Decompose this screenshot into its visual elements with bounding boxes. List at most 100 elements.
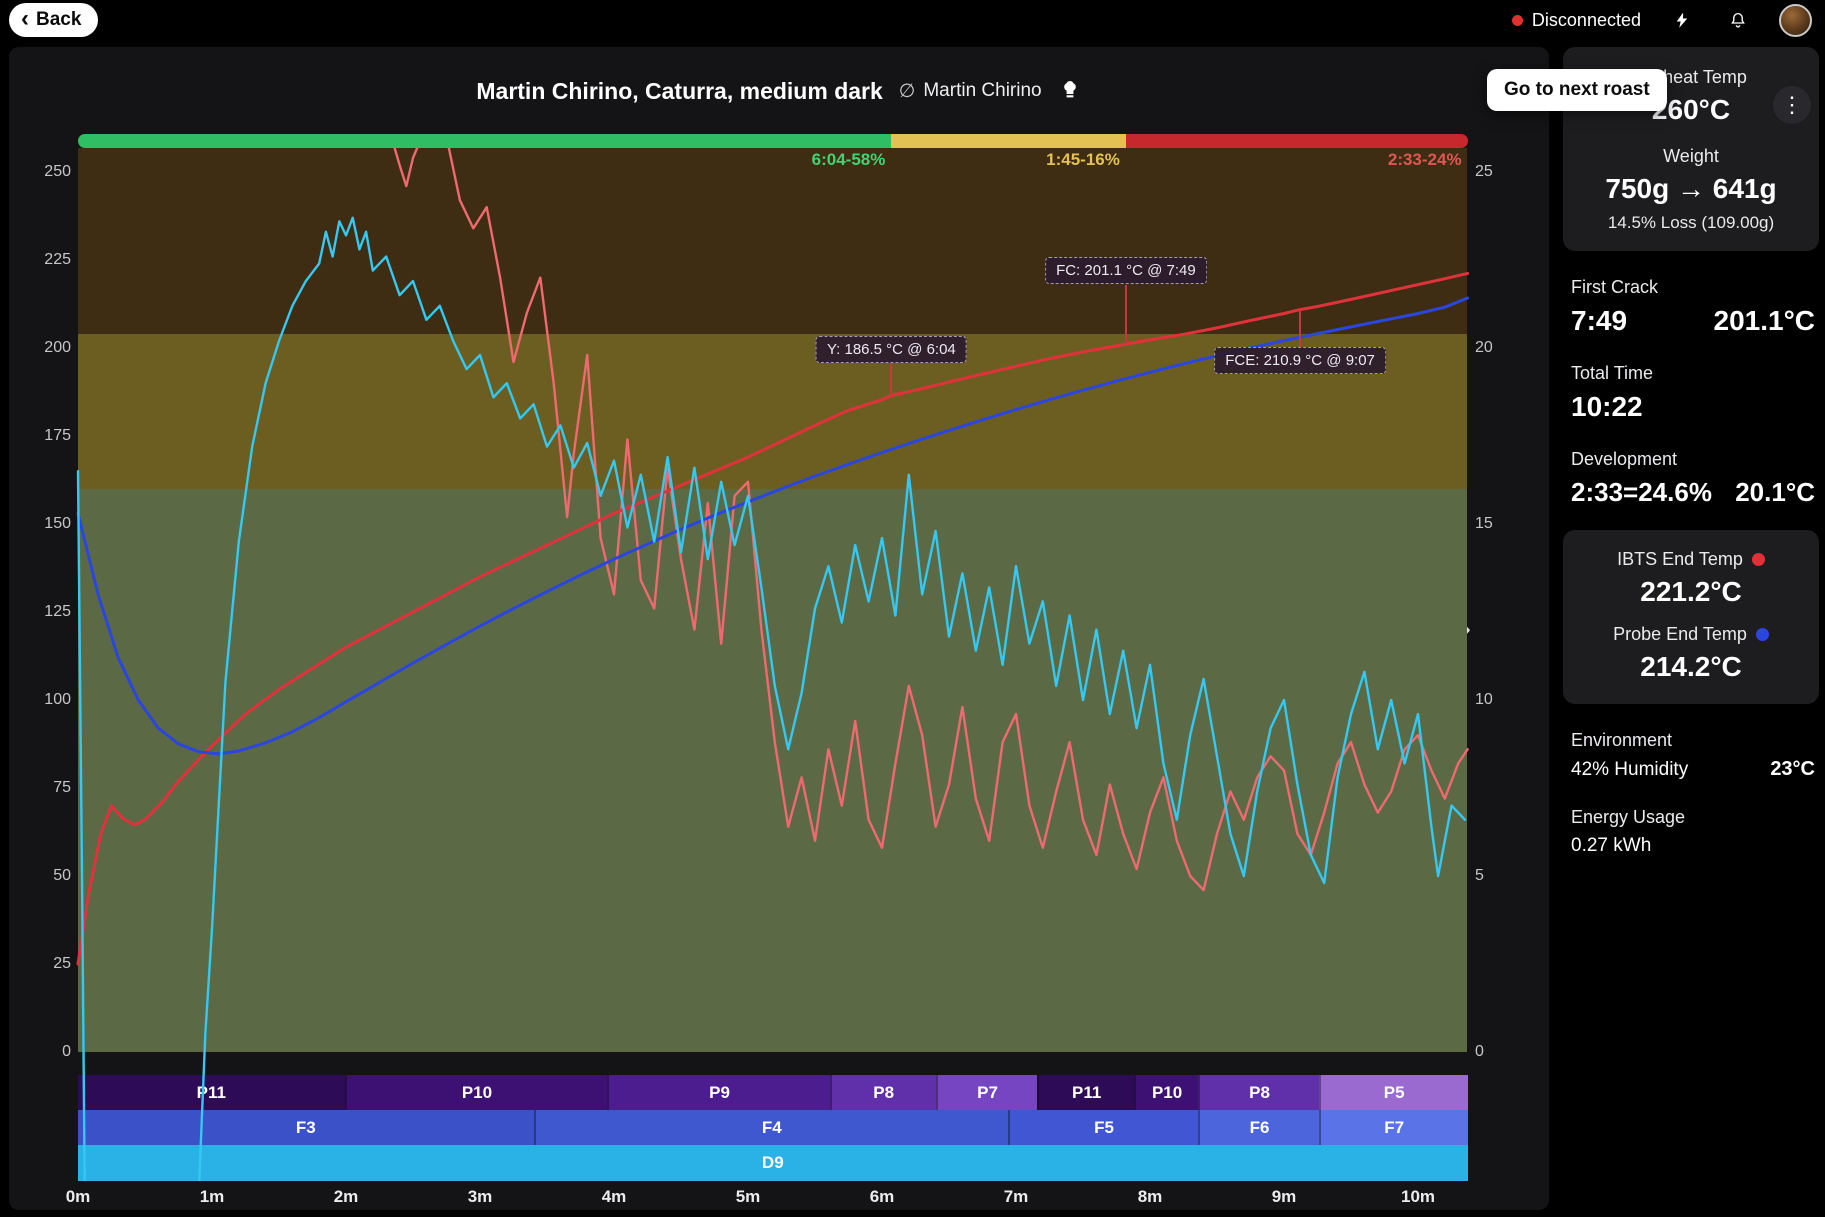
x-axis-tick-label: 10m <box>1383 1187 1453 1207</box>
roast-chart-panel: Martin Chirino, Caturra, medium dark ∅ M… <box>9 47 1549 1210</box>
roast-chart[interactable]: 6:04-58%1:45-16%2:33-24%0255075100125150… <box>9 47 1549 1210</box>
temp-axis-tick-label: 50 <box>9 866 71 886</box>
weight-loss: 14.5% Loss (109.00g) <box>1573 213 1809 233</box>
roast-event-flag: Y: 186.5 °C @ 6:04 <box>816 336 967 363</box>
back-label: Back <box>36 9 81 31</box>
temp-axis-tick-label: 250 <box>9 162 71 182</box>
phase-bar-segment <box>1126 134 1468 148</box>
x-axis-tick-label: 8m <box>1115 1187 1185 1207</box>
topbar: ‹ Back Disconnected <box>0 0 1825 40</box>
power-segment: P5 <box>1319 1075 1468 1110</box>
power-segment: P8 <box>830 1075 936 1110</box>
ibts-end-value: 221.2°C <box>1573 576 1809 608</box>
development-value: 2:33=24.6% <box>1571 477 1712 508</box>
x-axis-tick-label: 3m <box>445 1187 515 1207</box>
fan-segment: F7 <box>1319 1110 1468 1145</box>
power-segment: P9 <box>607 1075 829 1110</box>
back-button[interactable]: ‹ Back <box>9 3 98 37</box>
power-segment: P10 <box>345 1075 608 1110</box>
total-time-label: Total Time <box>1571 363 1815 384</box>
humidity-value: 42% Humidity <box>1571 759 1688 781</box>
temp-axis-tick-label: 0 <box>9 1042 71 1062</box>
probe-end-label: Probe End Temp <box>1613 624 1747 645</box>
first-crack-stat: First Crack 7:49 201.1°C <box>1563 277 1819 337</box>
fan-segment: F6 <box>1198 1110 1319 1145</box>
ror-axis-tick-label: 5 <box>1475 866 1484 886</box>
power-segment: P8 <box>1198 1075 1319 1110</box>
phase-duration-label: 6:04-58% <box>685 150 885 170</box>
connection-status: Disconnected <box>1512 10 1641 31</box>
energy-stat: Energy Usage 0.27 kWh <box>1563 807 1819 857</box>
power-segment: P11 <box>1037 1075 1133 1110</box>
power-segment: P11 <box>78 1075 345 1110</box>
roast-event-line <box>890 364 892 396</box>
energy-label: Energy Usage <box>1571 807 1815 828</box>
temp-zone <box>78 489 1467 1052</box>
ror-axis-tick-label: 20 <box>1475 338 1493 358</box>
energy-value: 0.27 kWh <box>1571 835 1651 857</box>
x-axis-tick-label: 5m <box>713 1187 783 1207</box>
temp-axis-tick-label: 225 <box>9 250 71 270</box>
x-axis-tick-label: 0m <box>43 1187 113 1207</box>
more-menu-button[interactable]: ⋮ <box>1773 86 1811 124</box>
temp-axis-tick-label: 100 <box>9 690 71 710</box>
temp-zone <box>78 148 1467 334</box>
fan-segment: F5 <box>1008 1110 1198 1145</box>
fan-segment: F3 <box>78 1110 534 1145</box>
probe-end-value: 214.2°C <box>1573 651 1809 683</box>
status-dot-icon <box>1512 15 1523 26</box>
temp-axis-tick-label: 25 <box>9 954 71 974</box>
connection-status-label: Disconnected <box>1532 10 1641 31</box>
x-axis-tick-label: 9m <box>1249 1187 1319 1207</box>
ror-axis-tick-label: 10 <box>1475 690 1493 710</box>
user-avatar[interactable] <box>1779 4 1812 37</box>
ibts-end-label: IBTS End Temp <box>1617 549 1743 570</box>
probe-dot-icon <box>1756 628 1769 641</box>
total-time-stat: Total Time 10:22 <box>1563 363 1819 423</box>
roast-event-line <box>1125 285 1127 344</box>
phase-bar-segment <box>891 134 1126 148</box>
phase-bar-segment <box>78 134 891 148</box>
roast-event-flag: FC: 201.1 °C @ 7:49 <box>1045 257 1207 284</box>
roast-stats-sidebar: Preheat Temp 260°C Weight 750g → 641g 14… <box>1563 47 1819 857</box>
first-crack-time: 7:49 <box>1571 305 1627 337</box>
development-label: Development <box>1571 449 1815 470</box>
x-axis-tick-label: 6m <box>847 1187 917 1207</box>
development-stat: Development 2:33=24.6% 20.1°C <box>1563 449 1819 508</box>
ror-axis-tick-label: 25 <box>1475 162 1493 182</box>
ibts-dot-icon <box>1752 553 1765 566</box>
back-chevron-icon: ‹ <box>21 7 29 31</box>
power-bolt-icon[interactable] <box>1667 4 1697 36</box>
end-temps-card: IBTS End Temp 221.2°C Probe End Temp 214… <box>1563 530 1819 704</box>
roast-event-flag: FCE: 210.9 °C @ 9:07 <box>1214 347 1386 374</box>
fan-segment: F4 <box>534 1110 1008 1145</box>
environment-stat: Environment 42% Humidity 23°C <box>1563 730 1819 781</box>
x-axis-tick-label: 1m <box>177 1187 247 1207</box>
weight-value: 750g → 641g <box>1573 173 1809 205</box>
notifications-bell-icon[interactable] <box>1723 4 1753 36</box>
temp-axis-tick-label: 150 <box>9 514 71 534</box>
ror-axis-tick-label: 15 <box>1475 514 1493 534</box>
x-axis-tick-label: 2m <box>311 1187 381 1207</box>
temp-axis-tick-label: 75 <box>9 778 71 798</box>
power-segment: P7 <box>936 1075 1038 1110</box>
phase-duration-label: 1:45-16% <box>920 150 1120 170</box>
roast-event-line <box>1299 310 1301 347</box>
environment-temp: 23°C <box>1770 758 1815 781</box>
temp-axis-tick-label: 200 <box>9 338 71 358</box>
development-temp: 20.1°C <box>1735 477 1815 508</box>
total-time-value: 10:22 <box>1571 391 1643 423</box>
x-axis-tick-label: 7m <box>981 1187 1051 1207</box>
ror-axis-tick-label: 0 <box>1475 1042 1484 1062</box>
x-axis-tick-label: 4m <box>579 1187 649 1207</box>
temp-axis-tick-label: 125 <box>9 602 71 622</box>
first-crack-label: First Crack <box>1571 277 1815 298</box>
first-crack-temp: 201.1°C <box>1714 305 1816 337</box>
drum-segment: D9 <box>78 1145 1468 1181</box>
power-segment: P10 <box>1134 1075 1198 1110</box>
weight-label: Weight <box>1573 146 1809 167</box>
next-roast-tooltip: Go to next roast <box>1487 69 1667 111</box>
temp-axis-tick-label: 175 <box>9 426 71 446</box>
environment-label: Environment <box>1571 730 1815 751</box>
phase-duration-label: 2:33-24% <box>1262 150 1462 170</box>
